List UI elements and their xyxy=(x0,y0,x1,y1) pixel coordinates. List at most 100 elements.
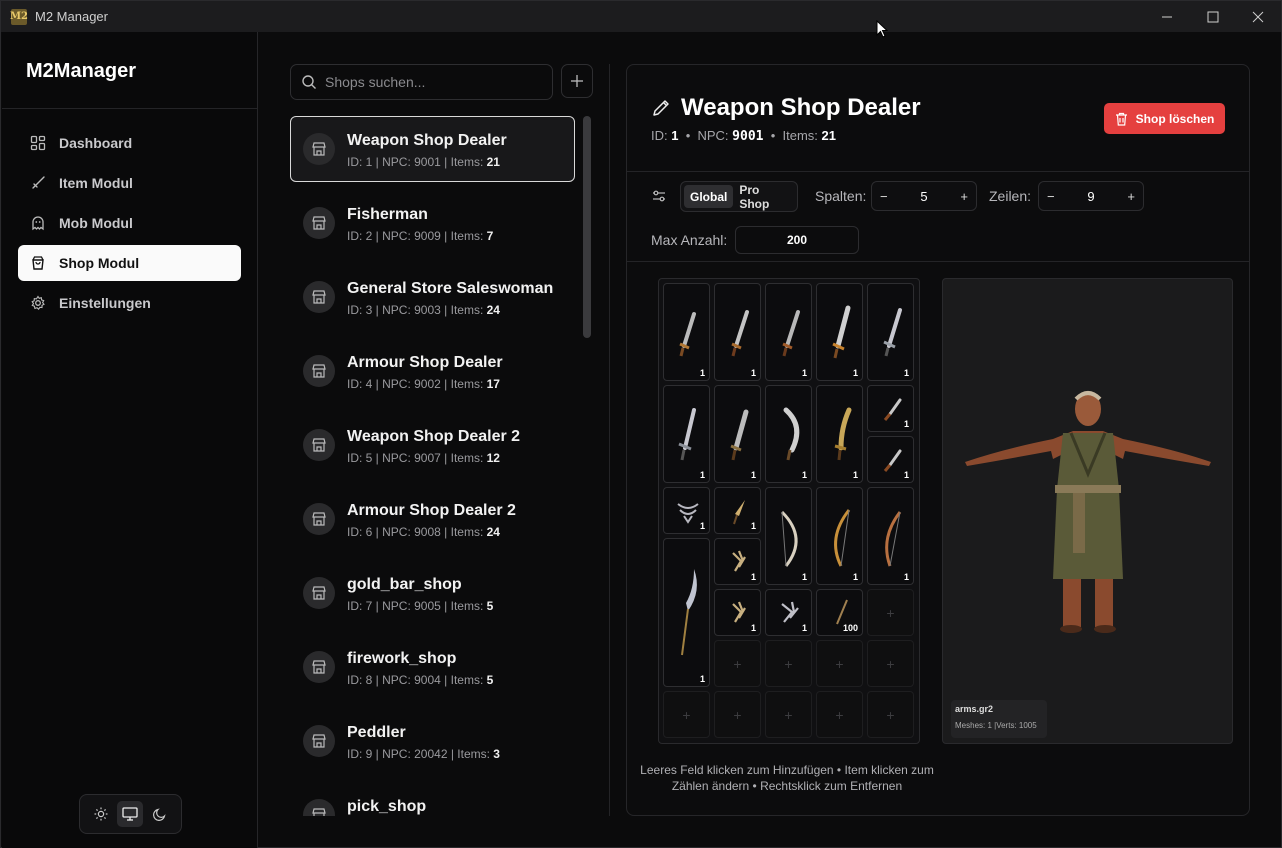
minus-icon[interactable]: − xyxy=(1047,189,1055,204)
empty-slot[interactable]: + xyxy=(867,640,914,687)
item-count: 1 xyxy=(750,572,756,582)
grid-item-slot[interactable]: 1 xyxy=(765,589,812,636)
empty-slot[interactable]: + xyxy=(765,691,812,738)
minus-icon[interactable]: − xyxy=(880,189,888,204)
scope-global-button[interactable]: Global xyxy=(684,185,734,208)
grid-item-slot[interactable]: 1 xyxy=(867,283,914,381)
theme-system-button[interactable] xyxy=(117,801,144,827)
plus-icon[interactable]: + xyxy=(960,189,968,204)
shop-list-item[interactable]: Peddler ID: 9 | NPC: 20042 | Items: 3 xyxy=(290,708,575,774)
item-count: 100 xyxy=(842,623,858,633)
shop-list-item[interactable]: gold_bar_shop ID: 7 | NPC: 9005 | Items:… xyxy=(290,560,575,626)
sliders-icon[interactable] xyxy=(652,189,666,203)
empty-slot[interactable]: + xyxy=(663,691,710,738)
sidebar-item-item-modul[interactable]: Item Modul xyxy=(18,165,241,201)
item-count: 1 xyxy=(903,572,909,582)
empty-slot[interactable]: + xyxy=(714,691,761,738)
grid-item-slot[interactable]: 1 xyxy=(867,487,914,585)
store-icon xyxy=(303,355,335,387)
npc-model-preview[interactable]: arms.gr2 Meshes: 1 |Verts: 1005 xyxy=(942,278,1233,744)
trash-icon xyxy=(1115,112,1127,126)
grid-item-slot[interactable]: 1 xyxy=(663,487,710,534)
shop-list-item[interactable]: Armour Shop Dealer ID: 4 | NPC: 9002 | I… xyxy=(290,338,575,404)
minimize-button[interactable] xyxy=(1144,1,1190,32)
window-title: M2 Manager xyxy=(35,9,108,24)
empty-slot[interactable]: + xyxy=(714,640,761,687)
shop-title: Weapon Shop Dealer xyxy=(651,94,921,122)
scope-toggle: Global Pro Shop xyxy=(680,181,798,212)
grid-item-slot[interactable]: 1 xyxy=(816,283,863,381)
toolbar-divider xyxy=(627,261,1249,262)
grid-item-slot[interactable]: 1 xyxy=(714,589,761,636)
empty-slot[interactable]: + xyxy=(765,640,812,687)
empty-slot[interactable]: + xyxy=(867,691,914,738)
empty-slot[interactable]: + xyxy=(816,640,863,687)
grid-item-slot[interactable]: 1 xyxy=(663,538,710,687)
item-count: 1 xyxy=(852,572,858,582)
item-count: 1 xyxy=(852,470,858,480)
grid-item-slot[interactable]: 100 xyxy=(816,589,863,636)
sidebar-item-mob-modul[interactable]: Mob Modul xyxy=(18,205,241,241)
glaive-icon xyxy=(681,569,697,656)
shop-list: Weapon Shop Dealer ID: 1 | NPC: 9001 | I… xyxy=(290,116,575,816)
sun-icon xyxy=(94,807,108,821)
shop-name: gold_bar_shop xyxy=(347,576,462,593)
shop-list-scrollbar[interactable] xyxy=(583,116,591,338)
grid-item-slot[interactable]: 1 xyxy=(714,538,761,585)
columns-value[interactable]: 5 xyxy=(920,189,927,204)
search-input[interactable]: Shops suchen... xyxy=(290,64,553,100)
theme-light-button[interactable] xyxy=(88,801,114,827)
store-icon xyxy=(303,799,335,816)
sidebar-item-label: Mob Modul xyxy=(59,215,133,231)
sidebar-item-label: Dashboard xyxy=(59,135,133,151)
theme-dark-button[interactable] xyxy=(147,801,173,827)
grid-item-slot[interactable]: 1 xyxy=(765,385,812,483)
add-shop-button[interactable] xyxy=(561,64,593,98)
npc-model-image xyxy=(965,391,1211,633)
title-bar: M2 M2 Manager xyxy=(1,1,1281,32)
grid-item-slot[interactable]: 1 xyxy=(816,385,863,483)
empty-slot[interactable]: + xyxy=(867,589,914,636)
store-icon xyxy=(303,429,335,461)
shop-list-item[interactable]: Fisherman ID: 2 | NPC: 9009 | Items: 7 xyxy=(290,190,575,256)
moon-icon xyxy=(153,808,166,821)
empty-slot[interactable]: + xyxy=(816,691,863,738)
grid-item-slot[interactable]: 1 xyxy=(867,385,914,432)
grid-item-slot[interactable]: 1 xyxy=(714,385,761,483)
pencil-icon[interactable] xyxy=(651,98,671,118)
max-count-input[interactable]: 200 xyxy=(735,226,859,254)
delete-shop-button[interactable]: Shop löschen xyxy=(1104,103,1225,134)
shop-list-item[interactable]: firework_shop ID: 8 | NPC: 9004 | Items:… xyxy=(290,634,575,700)
grid-item-slot[interactable]: 1 xyxy=(765,283,812,381)
shop-name: Fisherman xyxy=(347,206,428,223)
plus-icon[interactable]: + xyxy=(1127,189,1135,204)
sidebar-item-dashboard[interactable]: Dashboard xyxy=(18,125,241,161)
search-icon xyxy=(302,75,316,89)
grid-item-slot[interactable]: 1 xyxy=(663,385,710,483)
grid-item-slot[interactable]: 1 xyxy=(867,436,914,483)
grid-item-slot[interactable]: 1 xyxy=(714,487,761,534)
grid-item-slot[interactable]: 1 xyxy=(765,487,812,585)
grid-item-slot[interactable]: 1 xyxy=(816,487,863,585)
maximize-button[interactable] xyxy=(1190,1,1236,32)
sidebar-item-shop-modul[interactable]: Shop Modul xyxy=(18,245,241,281)
shop-meta: ID: 3 | NPC: 9003 | Items: 24 xyxy=(347,303,500,317)
sidebar-item-einstellungen[interactable]: Einstellungen xyxy=(18,285,241,321)
rows-value[interactable]: 9 xyxy=(1087,189,1094,204)
shop-list-item[interactable]: Weapon Shop Dealer ID: 1 | NPC: 9001 | I… xyxy=(290,116,575,182)
item-count: 1 xyxy=(699,470,705,480)
shop-meta: ID: 8 | NPC: 9004 | Items: 5 xyxy=(347,673,494,687)
shop-meta: ID: 5 | NPC: 9007 | Items: 12 xyxy=(347,451,500,465)
shop-list-item[interactable]: pick_shop xyxy=(290,782,575,816)
grid-item-slot[interactable]: 1 xyxy=(663,283,710,381)
shop-list-item[interactable]: Weapon Shop Dealer 2 ID: 5 | NPC: 9007 |… xyxy=(290,412,575,478)
scope-pro-shop-button[interactable]: Pro Shop xyxy=(733,183,794,211)
close-button[interactable] xyxy=(1235,1,1281,32)
grid-item-slot[interactable]: 1 xyxy=(714,283,761,381)
item-count: 1 xyxy=(903,470,909,480)
shop-name: Peddler xyxy=(347,724,406,741)
shop-title-text: Weapon Shop Dealer xyxy=(681,94,921,121)
item-count: 1 xyxy=(750,470,756,480)
shop-list-item[interactable]: Armour Shop Dealer 2 ID: 6 | NPC: 9008 |… xyxy=(290,486,575,552)
shop-list-item[interactable]: General Store Saleswoman ID: 3 | NPC: 90… xyxy=(290,264,575,330)
